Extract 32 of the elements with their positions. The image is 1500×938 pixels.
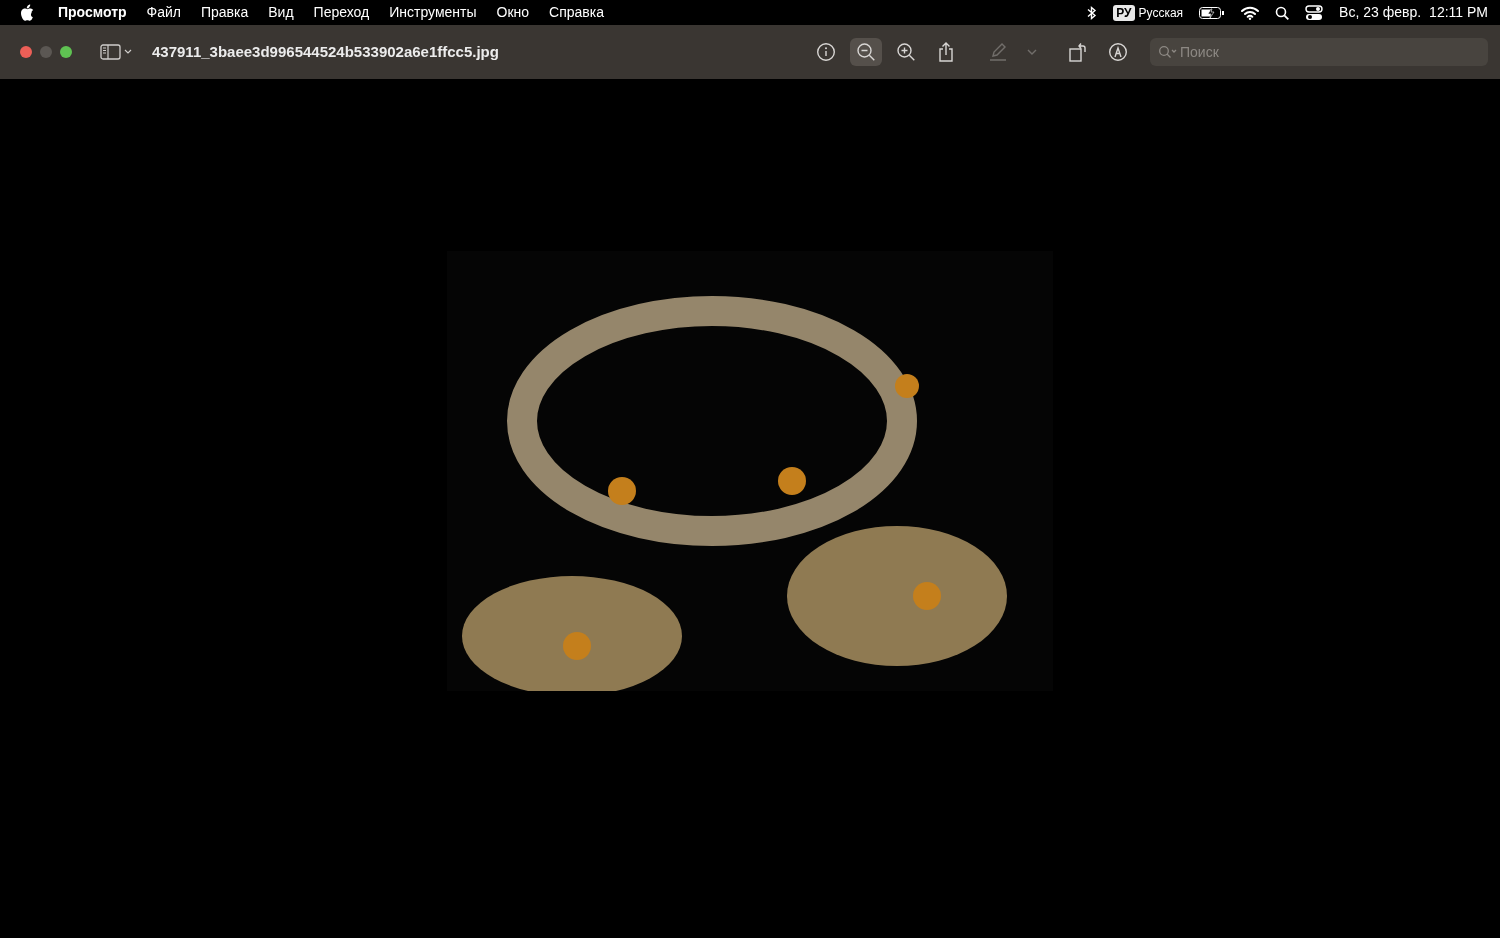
input-source-badge[interactable]: РУ [1113, 4, 1135, 21]
menu-item[interactable]: Файл [136, 0, 191, 25]
search-field[interactable]: Поиск [1150, 38, 1488, 66]
window-title: 437911_3baee3d996544524b533902a6e1ffcc5.jpg [152, 41, 499, 62]
menu-item[interactable]: Переход [303, 0, 380, 25]
markup-icon [1108, 42, 1128, 62]
zoom-out-icon [856, 42, 876, 62]
rotate-icon [1068, 42, 1088, 62]
close-window-button[interactable] [20, 46, 32, 58]
menu-bar-time[interactable]: 12:11 PM [1429, 2, 1488, 23]
zoom-out-button[interactable] [850, 38, 882, 66]
menu-item[interactable]: Окно [486, 0, 540, 25]
menu-item[interactable]: Справка [539, 0, 614, 25]
info-icon [816, 42, 836, 62]
pencil-icon [988, 42, 1008, 62]
menu-item[interactable]: Инструменты [379, 0, 487, 25]
app-menu[interactable]: Просмотр [48, 0, 137, 25]
zoom-in-icon [896, 42, 916, 62]
sidebar-icon [100, 44, 132, 60]
bluetooth-icon[interactable] [1087, 4, 1098, 21]
apple-logo-icon[interactable] [20, 4, 34, 21]
wifi-icon[interactable] [1241, 5, 1260, 20]
menu-item[interactable]: Правка [191, 0, 259, 25]
toggles-icon[interactable] [1305, 4, 1324, 21]
menu-item[interactable]: Вид [258, 0, 304, 25]
battery-icon[interactable] [1199, 5, 1226, 20]
input-source-name[interactable]: Русская [1138, 3, 1184, 22]
search-icon[interactable] [1275, 5, 1290, 20]
menu-bar-date[interactable]: Вс, 23 февр. [1339, 2, 1422, 23]
share-icon [936, 42, 956, 62]
zoom-window-button[interactable] [60, 46, 72, 58]
search-icon [1158, 45, 1178, 59]
